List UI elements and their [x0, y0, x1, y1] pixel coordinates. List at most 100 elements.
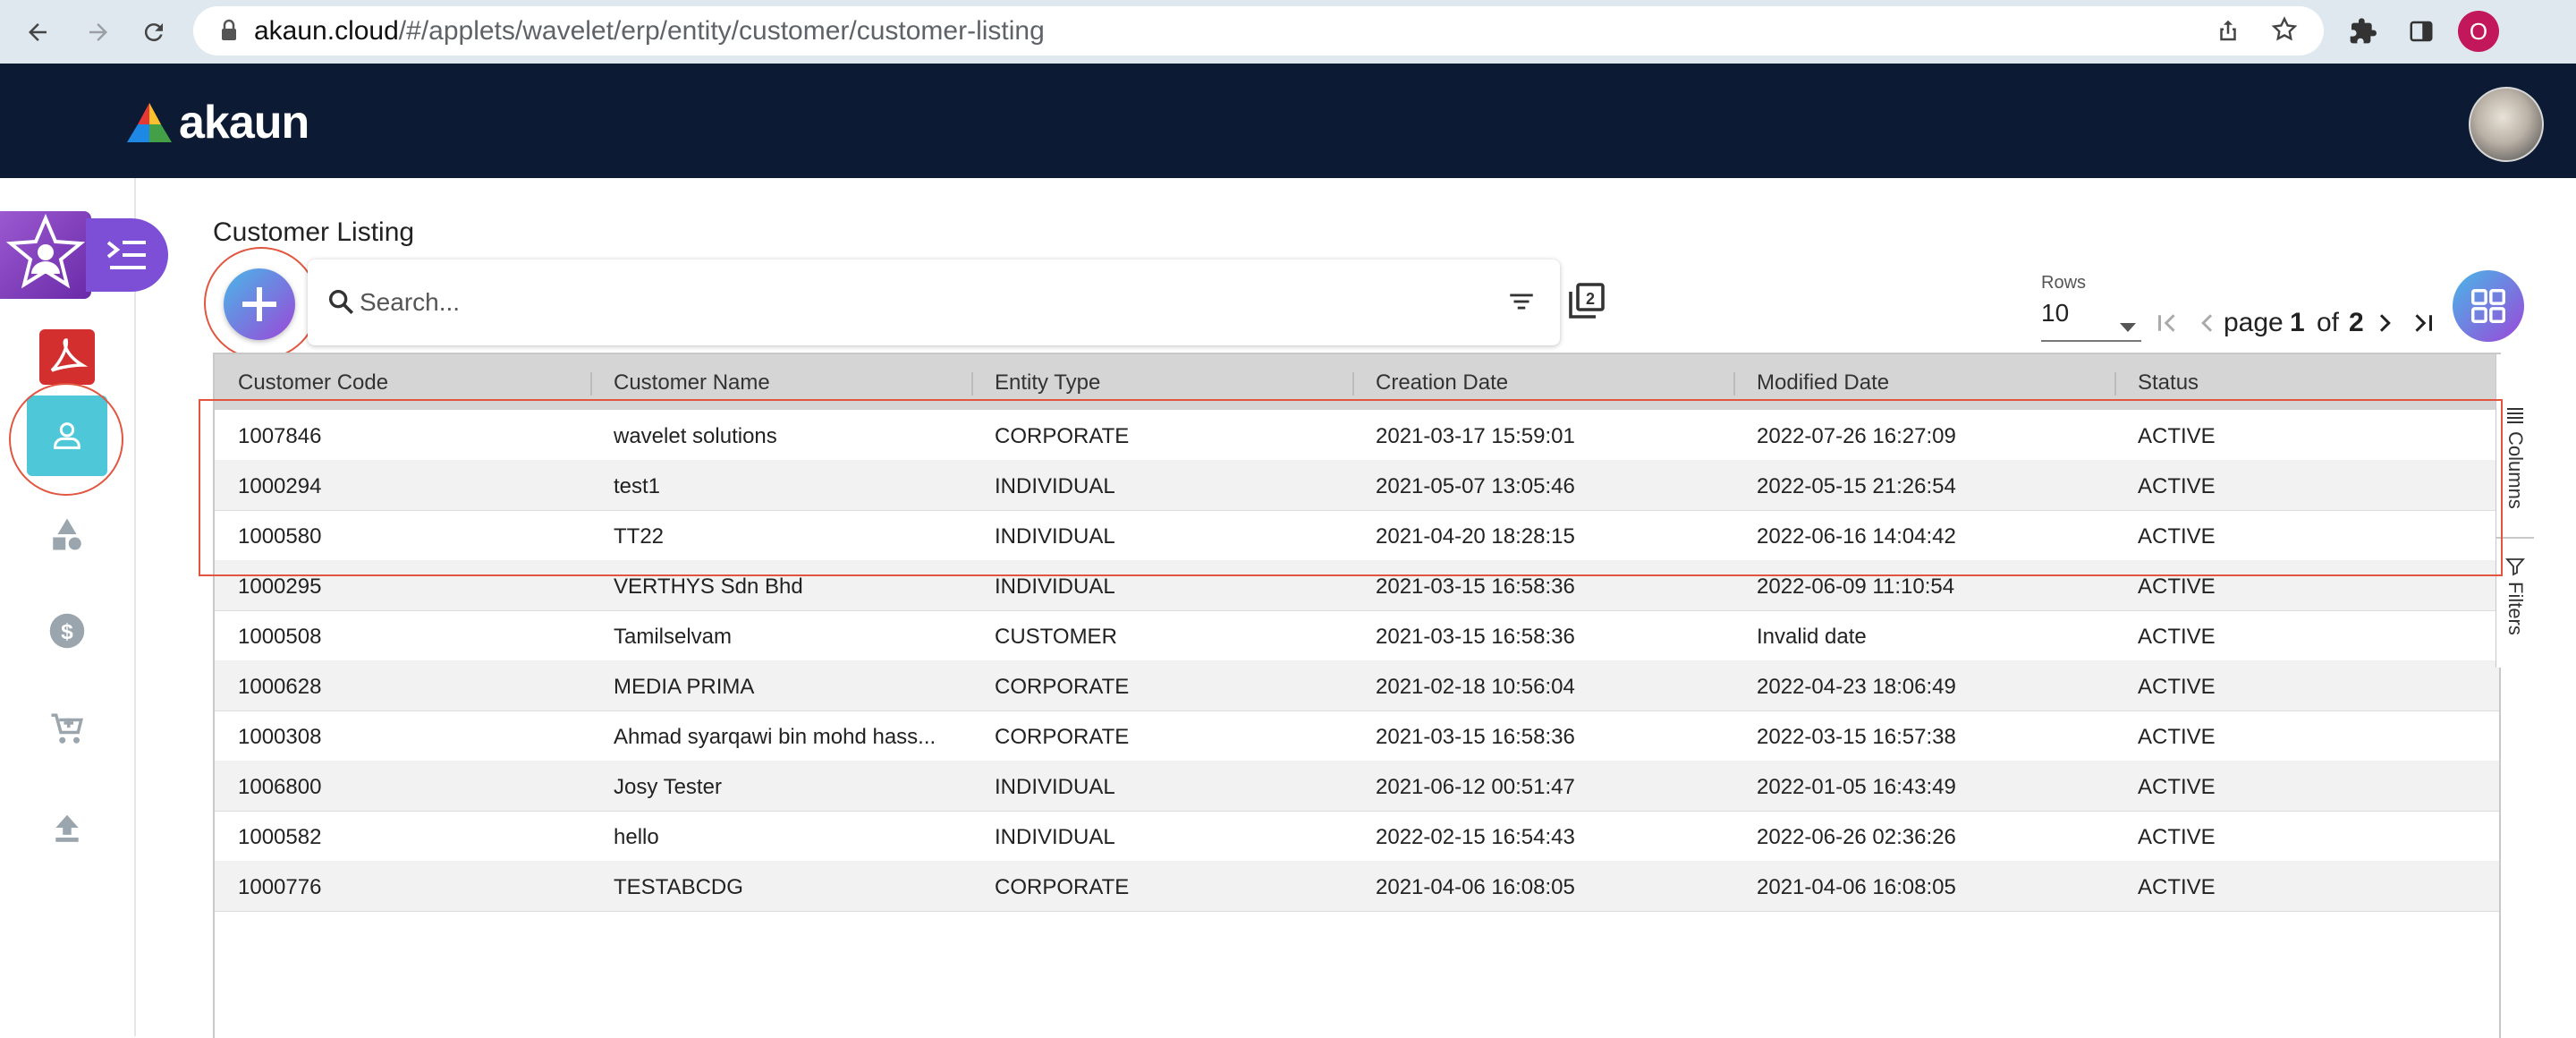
column-separator[interactable] — [1733, 372, 1735, 396]
app-header: akaun — [0, 64, 2576, 178]
share-icon[interactable] — [2215, 17, 2241, 48]
cell-creation-date: 2021-06-12 00:51:47 — [1376, 775, 1575, 799]
cell-entity-type: CORPORATE — [995, 675, 1130, 699]
column-separator[interactable] — [1352, 372, 1354, 396]
cell-entity-type: INDIVIDUAL — [995, 574, 1115, 599]
rows-per-page-value: 10 — [2041, 299, 2070, 327]
search-icon — [326, 286, 356, 321]
dollar-icon: $ — [49, 613, 85, 649]
table-row[interactable]: 1006800 Josy Tester INDIVIDUAL 2021-06-12 0… — [215, 761, 2499, 812]
cell-entity-type: CORPORATE — [995, 875, 1130, 899]
column-header-status[interactable]: Status — [2138, 370, 2199, 396]
menu-toggle-button[interactable] — [86, 218, 168, 292]
sidebar-item-sales[interactable] — [27, 689, 107, 770]
cell-customer-code: 1000508 — [238, 625, 322, 649]
sidebar-item-finance[interactable]: $ — [27, 591, 107, 671]
cell-customer-code: 1000628 — [238, 675, 322, 699]
cell-modified-date: 2022-06-09 11:10:54 — [1757, 574, 1955, 599]
extensions-icon[interactable] — [2345, 13, 2383, 50]
cell-customer-name: Ahmad syarqawi bin mohd hass... — [614, 725, 936, 749]
star-user-icon — [5, 213, 86, 289]
svg-text:$: $ — [61, 620, 73, 644]
table-row[interactable]: 1000582 hello INDIVIDUAL 2022-02-15 16:54:4… — [215, 811, 2499, 862]
column-separator[interactable] — [971, 372, 973, 396]
menu-collapse-icon — [106, 241, 146, 269]
cell-modified-date: Invalid date — [1757, 625, 1867, 649]
cell-modified-date: 2022-01-05 16:43:49 — [1757, 775, 1956, 799]
next-page-icon[interactable] — [2372, 310, 2399, 341]
cell-customer-name: MEDIA PRIMA — [614, 675, 755, 699]
page-title: Customer Listing — [213, 217, 415, 247]
table-row[interactable]: 1000628 MEDIA PRIMA CORPORATE 2021-02-18 10… — [215, 660, 2499, 711]
cell-status: ACTIVE — [2138, 725, 2216, 749]
address-bar[interactable]: akaun.cloud/#/applets/wavelet/erp/entity… — [193, 6, 2324, 55]
last-page-icon[interactable] — [2410, 310, 2436, 341]
back-icon[interactable] — [20, 14, 55, 50]
cell-customer-name: VERTHYS Sdn Bhd — [614, 574, 803, 599]
cell-modified-date: 2021-04-06 16:08:05 — [1757, 875, 1956, 899]
cell-modified-date: 2022-06-26 02:36:26 — [1757, 825, 1956, 849]
column-header-customer-code[interactable]: Customer Code — [238, 370, 388, 396]
cell-status: ACTIVE — [2138, 675, 2216, 699]
highlight-ring-add — [204, 247, 318, 360]
table-row[interactable]: 1000508 Tamilselvam CUSTOMER 2021-03-15 16:… — [215, 610, 2499, 661]
rows-per-page-select[interactable]: 10 — [2041, 299, 2141, 342]
reload-icon[interactable] — [136, 14, 172, 50]
cell-modified-date: 2022-04-23 18:06:49 — [1757, 675, 1956, 699]
column-header-modified-date[interactable]: Modified Date — [1757, 370, 1889, 396]
column-header-customer-name[interactable]: Customer Name — [614, 370, 770, 396]
bookmark-star-icon[interactable] — [2270, 15, 2299, 48]
first-page-icon[interactable] — [2154, 310, 2181, 341]
cell-creation-date: 2021-04-06 16:08:05 — [1376, 875, 1575, 899]
previous-page-icon[interactable] — [2193, 310, 2220, 341]
column-separator[interactable] — [590, 372, 592, 396]
user-avatar[interactable] — [2469, 87, 2544, 162]
columns-icon — [2507, 408, 2523, 423]
cell-status: ACTIVE — [2138, 875, 2216, 899]
cell-status: ACTIVE — [2138, 625, 2216, 649]
of-label: of — [2317, 308, 2340, 337]
cell-creation-date: 2021-02-18 10:56:04 — [1376, 675, 1575, 699]
page-label: page — [2224, 308, 2284, 337]
grid-view-icon — [2471, 289, 2505, 323]
cell-status: ACTIVE — [2138, 775, 2216, 799]
akaun-logo[interactable]: akaun — [125, 96, 309, 149]
shapes-icon — [53, 518, 81, 550]
cell-customer-code: 1006800 — [238, 775, 322, 799]
column-header-creation-date[interactable]: Creation Date — [1376, 370, 1508, 396]
cell-customer-name: Tamilselvam — [614, 625, 733, 649]
side-panel-icon[interactable] — [2402, 13, 2440, 50]
filter-list-icon[interactable] — [1506, 286, 1537, 321]
cell-creation-date: 2021-03-15 16:58:36 — [1376, 574, 1575, 599]
cell-entity-type: CUSTOMER — [995, 625, 1117, 649]
forward-icon[interactable] — [80, 14, 116, 50]
sidebar-item-items[interactable] — [27, 494, 107, 574]
filter-funnel-icon — [2505, 558, 2525, 576]
table-row[interactable]: 1000776 TESTABCDG CORPORATE 2021-04-06 16:0… — [215, 861, 2499, 912]
cart-add-icon — [51, 713, 83, 744]
cell-entity-type: INDIVIDUAL — [995, 825, 1115, 849]
cell-creation-date: 2022-02-15 16:54:43 — [1376, 825, 1575, 849]
akaun-logo-icon — [127, 103, 172, 142]
svg-text:2: 2 — [1586, 290, 1595, 308]
cell-customer-code: 1000295 — [238, 574, 322, 599]
cell-customer-code: 1000308 — [238, 725, 322, 749]
column-separator[interactable] — [2114, 372, 2116, 396]
applet-badge[interactable] — [0, 211, 91, 299]
pdf-icon — [39, 329, 95, 385]
highlight-box-rows — [199, 399, 2503, 576]
cell-entity-type: CORPORATE — [995, 725, 1130, 749]
table-row[interactable]: 1000308 Ahmad syarqawi bin mohd hass... CO… — [215, 710, 2499, 761]
search-input[interactable] — [358, 281, 1435, 324]
view-toggle-button[interactable] — [2453, 270, 2524, 342]
library-copy-icon[interactable]: 2 — [1565, 279, 1608, 327]
column-header-entity-type[interactable]: Entity Type — [995, 370, 1100, 396]
cell-customer-code: 1000582 — [238, 825, 322, 849]
search-container — [308, 260, 1560, 345]
url-text: akaun.cloud/#/applets/wavelet/erp/entity… — [254, 15, 1045, 46]
browser-profile-avatar[interactable]: O — [2458, 11, 2499, 52]
sidebar-item-import[interactable] — [27, 787, 107, 868]
browser-toolbar: akaun.cloud/#/applets/wavelet/erp/entity… — [0, 0, 2576, 64]
cell-modified-date: 2022-03-15 16:57:38 — [1757, 725, 1956, 749]
dropdown-arrow-icon — [2120, 311, 2136, 340]
